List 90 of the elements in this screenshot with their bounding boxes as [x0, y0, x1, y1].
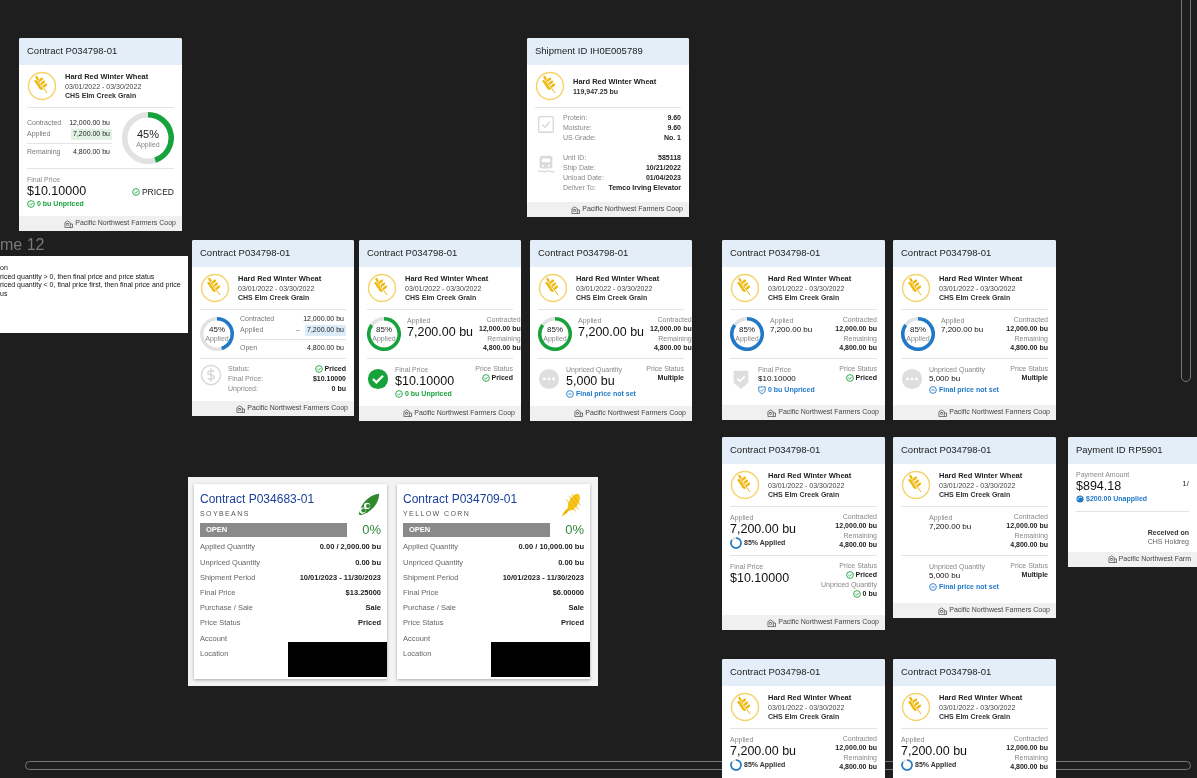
progress-ring	[367, 317, 401, 351]
check-circle-icon	[845, 373, 854, 382]
status-label: PRICED	[141, 185, 174, 199]
metric-value: 7,200.00 bu	[901, 744, 968, 758]
percent-value: 0%	[362, 523, 381, 536]
card-title: Contract P034683-01	[200, 492, 315, 506]
card-title: Contract P034798-01	[367, 246, 458, 261]
ring-percent: 45%	[137, 128, 159, 140]
wheat-icon	[535, 71, 565, 101]
building-icon	[1107, 555, 1117, 563]
card-title: Contract P034798-01	[200, 246, 291, 261]
ring-percent: 85%	[376, 326, 392, 334]
ring-percent: 85%	[739, 326, 755, 334]
percent-value: 0%	[565, 523, 584, 536]
progress-ring	[122, 112, 174, 164]
wheat-icon	[901, 470, 931, 500]
card-title: Contract P034709-01	[403, 492, 518, 506]
progress-ring	[200, 317, 234, 351]
frame-label: me 12	[0, 237, 45, 253]
card-title: Contract P034798-01	[901, 246, 992, 261]
ring-percent: 45%	[209, 326, 225, 334]
more-icon	[538, 368, 560, 390]
building-icon	[767, 618, 777, 627]
progress-ring	[901, 317, 935, 351]
card-title: Contract P034798-01	[730, 246, 821, 261]
metric-value: $10.10000	[758, 374, 796, 384]
progress-ring	[730, 317, 764, 351]
wheat-icon	[538, 273, 568, 303]
check-circle-icon	[367, 368, 389, 390]
check-circle-icon	[481, 373, 490, 382]
wheat-icon	[200, 273, 230, 303]
metric-value: $10.10000	[730, 571, 790, 585]
wheat-icon	[901, 692, 931, 722]
ring-percent: 85%	[910, 326, 926, 334]
card-title: Payment ID RP5901	[1076, 443, 1163, 458]
progress-ring	[901, 759, 913, 771]
card-title: Shipment ID IH0E005789	[535, 44, 643, 59]
building-icon	[64, 219, 74, 228]
card-title: Contract P034798-01	[730, 665, 821, 680]
metric-value: 5,000 bu	[929, 571, 961, 581]
wheat-icon	[730, 273, 760, 303]
building-icon	[403, 409, 413, 417]
check-circle-icon	[852, 589, 861, 598]
metric-value: $894.18	[1076, 479, 1122, 493]
metric-value: 5,000 bu	[929, 374, 961, 384]
check-circle-icon	[314, 365, 323, 373]
wheat-icon	[730, 470, 760, 500]
wheat-icon	[730, 692, 760, 722]
check-circle-icon	[845, 570, 854, 579]
card-title: Contract P034798-01	[538, 246, 629, 261]
card-title: Contract P034798-01	[730, 443, 821, 458]
info-icon	[566, 390, 574, 399]
progress-ring	[730, 759, 742, 771]
metric-value: 7,200.00 bu	[730, 744, 797, 758]
metric-value: 5,000 bu	[566, 374, 615, 388]
check-circle-icon	[27, 200, 35, 209]
dollar-icon	[200, 364, 222, 386]
metric-value: 7,200.00 bu	[578, 325, 645, 339]
building-icon	[767, 408, 777, 417]
building-icon	[574, 409, 584, 417]
building-icon	[571, 205, 581, 214]
metric-value: 7,200.00 bu	[929, 522, 972, 532]
progress-ring	[730, 537, 742, 549]
metric-side-value: 1/	[1182, 480, 1189, 489]
shield-check-icon	[758, 385, 766, 395]
train-icon	[535, 153, 557, 175]
wheat-icon	[27, 71, 57, 101]
metric-value: $10.10000	[27, 184, 87, 198]
building-icon	[236, 404, 246, 413]
metric-value: $10.10000	[395, 374, 455, 388]
more-icon	[901, 368, 923, 390]
metric-value: 7,200.00 bu	[941, 325, 984, 335]
metric-value: 7,200.00 bu	[407, 325, 474, 339]
card-title: Contract P034798-01	[27, 44, 118, 59]
check-circle-icon	[395, 390, 403, 399]
coin-icon	[1076, 495, 1084, 504]
info-icon	[929, 386, 937, 395]
clipboard-check-icon	[535, 113, 557, 135]
check-circle-icon	[131, 188, 140, 197]
progress-ring	[538, 317, 572, 351]
building-icon	[938, 606, 948, 615]
wheat-icon	[901, 273, 931, 303]
card-title: Contract P034798-01	[901, 443, 992, 458]
ring-percent: 85%	[547, 326, 563, 334]
building-icon	[938, 408, 948, 417]
info-icon	[929, 583, 937, 592]
card-title: Contract P034798-01	[901, 665, 992, 680]
metric-value: 7,200.00 bu	[770, 325, 813, 335]
metric-value: 7,200.00 bu	[730, 522, 797, 536]
wheat-icon	[367, 273, 397, 303]
